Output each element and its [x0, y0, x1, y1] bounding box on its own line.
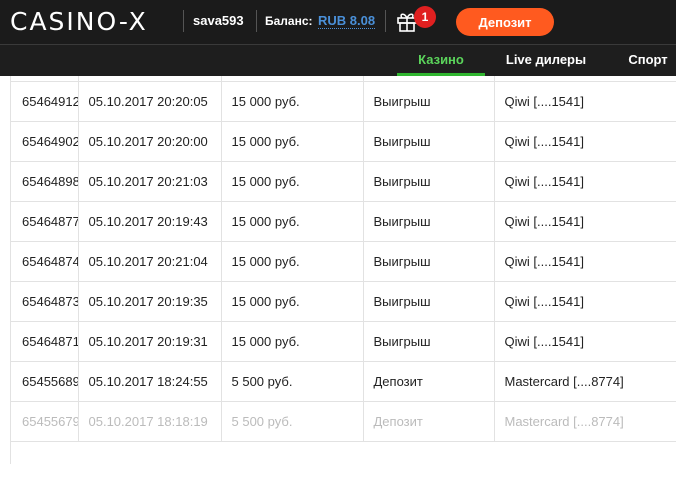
transaction-method: Qiwi [....1541] [494, 81, 676, 122]
username[interactable]: sava593 [193, 13, 244, 28]
transaction-id: 65455689 [11, 361, 79, 402]
tab-sport[interactable]: Спорт [620, 45, 676, 76]
transaction-type: Выигрыш [363, 161, 495, 202]
transaction-type: Выигрыш [363, 281, 495, 322]
transaction-amount: 15 000 руб. [221, 321, 364, 362]
transaction-id: 65464898 [11, 161, 79, 202]
transaction-method: Qiwi [....1541] [494, 281, 676, 322]
table-row: 65464873 05.10.2017 20:19:35 15 000 руб. Вы… [11, 281, 676, 322]
header-divider [385, 10, 386, 32]
transaction-datetime: 05.10.2017 18:24:55 [78, 361, 222, 402]
transaction-id: 65464902 [11, 121, 79, 162]
balance-value[interactable]: RUB 8.08 [318, 13, 376, 29]
transaction-id: 65464912 [11, 81, 79, 122]
transaction-amount: 15 000 руб. [221, 161, 364, 202]
transaction-type: Выигрыш [363, 241, 495, 282]
transaction-id: 65464874 [11, 241, 79, 282]
transaction-method: Qiwi [....1541] [494, 161, 676, 202]
transaction-id: 65455679 [11, 401, 79, 442]
balance-label: Баланс: [265, 14, 313, 28]
transaction-id: 65464873 [11, 281, 79, 322]
transaction-type: Выигрыш [363, 121, 495, 162]
table-row: 65455689 05.10.2017 18:24:55 5 500 руб. Деп… [11, 361, 676, 402]
transaction-amount: 5 500 руб. [221, 401, 364, 442]
transaction-method: Qiwi [....1541] [494, 321, 676, 362]
tab-live-dealers[interactable]: Live дилеры [498, 45, 594, 76]
main-nav: Казино Live дилеры Спорт [0, 44, 676, 76]
gift-count-badge: 1 [414, 6, 436, 28]
transaction-amount: 5 500 руб. [221, 361, 364, 402]
transaction-amount: 15 000 руб. [221, 121, 364, 162]
table-row: 65464874 05.10.2017 20:21:04 15 000 руб. Вы… [11, 241, 676, 282]
transaction-type: Выигрыш [363, 201, 495, 242]
table-row: 65464898 05.10.2017 20:21:03 15 000 руб. Вы… [11, 161, 676, 202]
transaction-datetime: 05.10.2017 20:20:00 [78, 121, 222, 162]
transaction-amount: 15 000 руб. [221, 241, 364, 282]
transaction-datetime: 05.10.2017 20:19:43 [78, 201, 222, 242]
table-row: 65464871 05.10.2017 20:19:31 15 000 руб. Вы… [11, 321, 676, 362]
transaction-amount: 15 000 руб. [221, 281, 364, 322]
header-divider [256, 10, 257, 32]
transaction-method: Mastercard [....8774] [494, 401, 676, 442]
table-row: 65464902 05.10.2017 20:20:00 15 000 руб. Вы… [11, 121, 676, 162]
transaction-type: Выигрыш [363, 321, 495, 362]
deposit-button[interactable]: Депозит [456, 8, 554, 36]
casino-logo[interactable]: CASINO-X [10, 7, 148, 36]
transaction-datetime: 05.10.2017 20:19:35 [78, 281, 222, 322]
top-header: CASINO-X sava593 Баланс: RUB 8.08 1 Депо… [0, 0, 676, 44]
transaction-datetime: 05.10.2017 20:21:03 [78, 161, 222, 202]
table-row: 65455679 05.10.2017 18:18:19 5 500 руб. Деп… [11, 401, 676, 442]
table-row: 65464912 05.10.2017 20:20:05 15 000 руб. Вы… [11, 81, 676, 122]
transaction-id: 65464871 [11, 321, 79, 362]
header-divider [183, 10, 184, 32]
tab-casino[interactable]: Казино [397, 45, 485, 76]
transaction-datetime: 05.10.2017 18:18:19 [78, 401, 222, 442]
transaction-datetime: 05.10.2017 20:21:04 [78, 241, 222, 282]
transaction-type: Депозит [363, 401, 495, 442]
transaction-datetime: 05.10.2017 20:19:31 [78, 321, 222, 362]
transactions-table: 6546491805.10.2017 20:22:1615 000 руб.Вы… [10, 76, 676, 464]
transaction-datetime: 05.10.2017 20:20:05 [78, 81, 222, 122]
transaction-method: Mastercard [....8774] [494, 361, 676, 402]
transaction-id: 65464877 [11, 201, 79, 242]
table-row: 65464877 05.10.2017 20:19:43 15 000 руб. Вы… [11, 201, 676, 242]
transaction-method: Qiwi [....1541] [494, 241, 676, 282]
transaction-amount: 15 000 руб. [221, 81, 364, 122]
transaction-type: Выигрыш [363, 81, 495, 122]
transaction-method: Qiwi [....1541] [494, 201, 676, 242]
transaction-amount: 15 000 руб. [221, 201, 364, 242]
transaction-type: Депозит [363, 361, 495, 402]
transaction-method: Qiwi [....1541] [494, 121, 676, 162]
